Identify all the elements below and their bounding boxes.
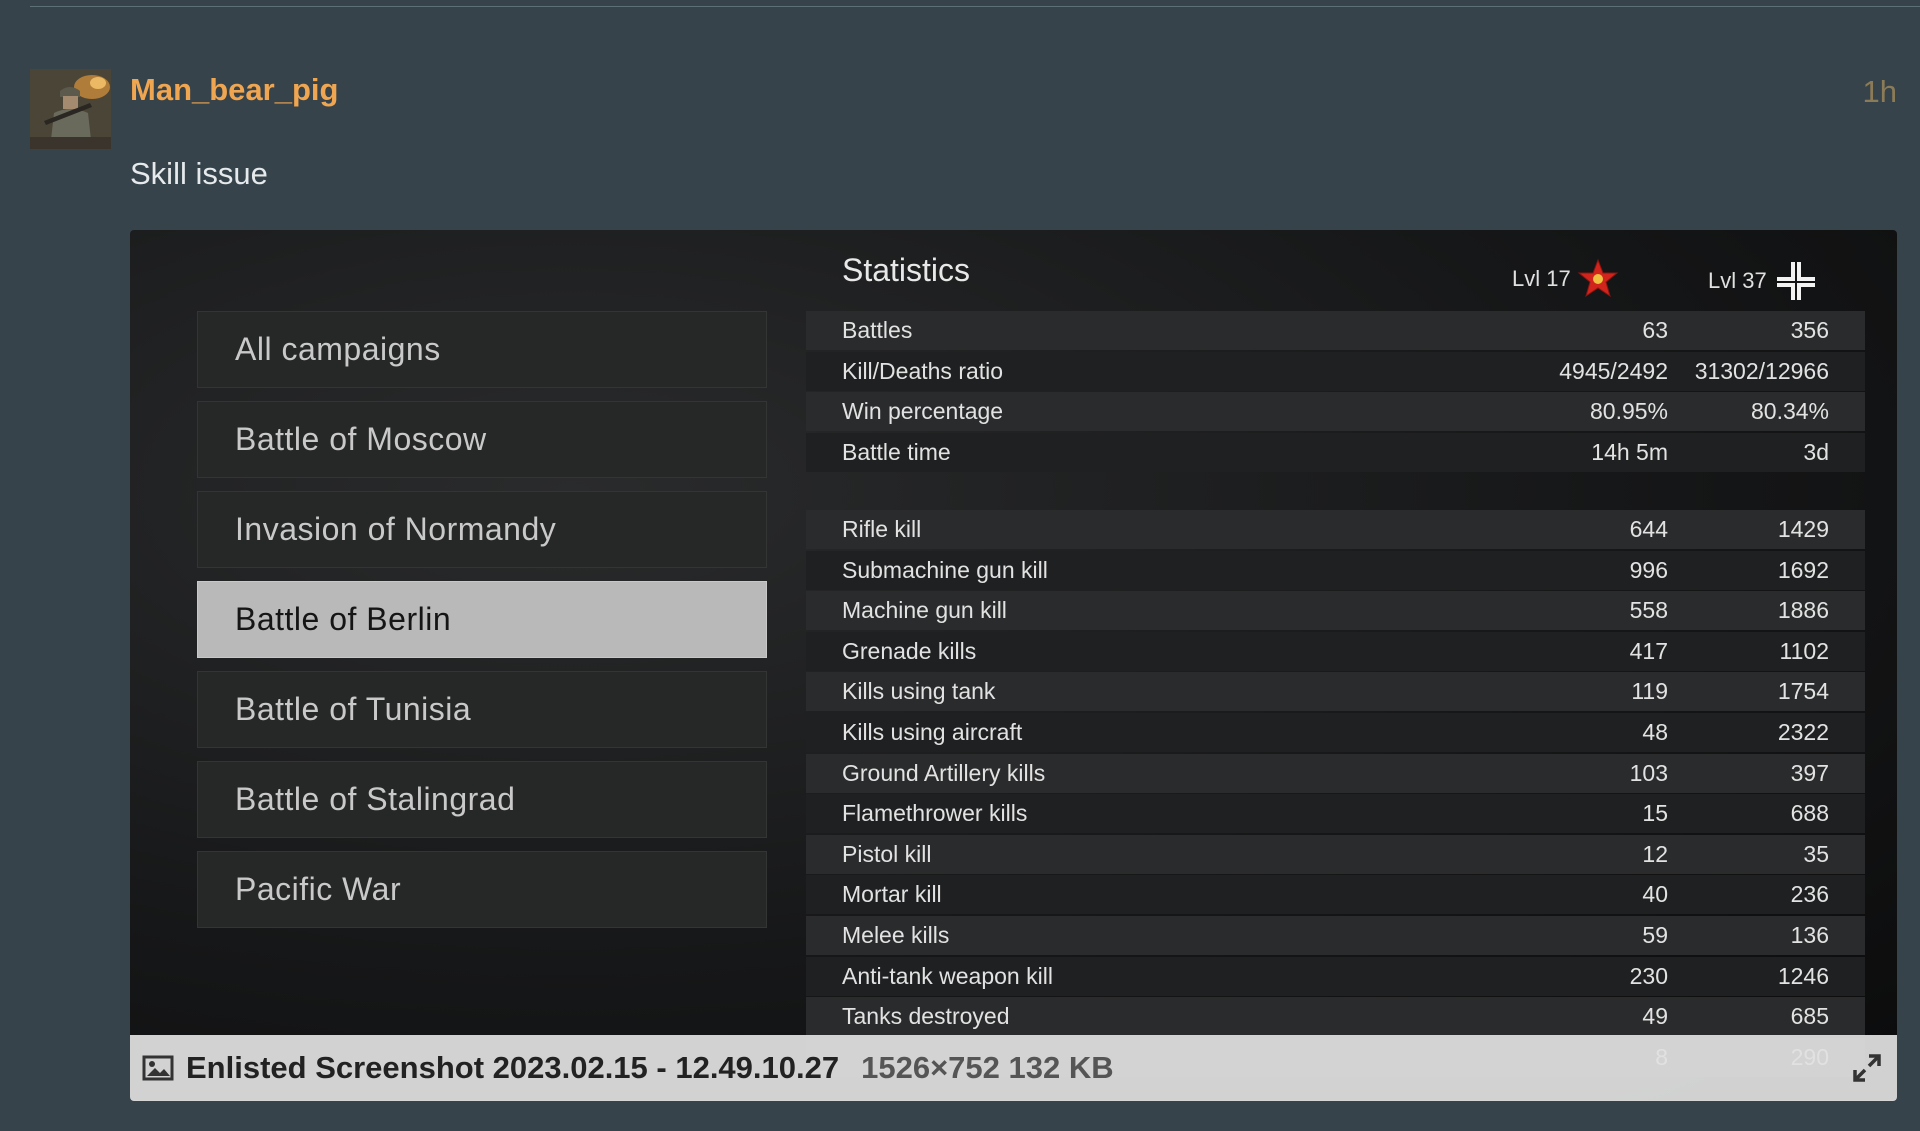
stat-value-soviet: 103 (1629, 759, 1668, 786)
stat-name: Flamethrower kills (842, 800, 1028, 827)
stat-value-soviet: 49 (1642, 1003, 1668, 1030)
table-row: Ground Artillery kills 103 397 (806, 753, 1865, 793)
expand-icon[interactable] (1851, 1052, 1883, 1084)
stat-value-soviet: 119 (1631, 678, 1668, 705)
stat-name: Battles (842, 317, 913, 343)
stat-name: Anti-tank weapon kill (842, 962, 1053, 989)
stat-value-german: 3d (1803, 438, 1829, 465)
stat-value-german: 1102 (1779, 637, 1829, 664)
stat-value-soviet: 417 (1629, 637, 1668, 664)
image-meta: 1526×752 132 KB (861, 1050, 1114, 1085)
statistics-title: Statistics (842, 252, 971, 288)
embedded-screenshot[interactable]: All campaigns Battle of Moscow Invasion … (130, 230, 1897, 1100)
table-row: Battle time 14h 5m 3d (806, 432, 1865, 472)
table-row: Kills using tank 119 1754 (806, 672, 1865, 712)
table-row: Machine gun kill 558 1886 (806, 591, 1865, 631)
post-body-text: Skill issue (130, 156, 268, 191)
kill-stats-table: Rifle kill 644 1429 Submachine gun kill 996… (806, 510, 1865, 1078)
table-row: Melee kills 59 136 (806, 915, 1865, 955)
stat-name: Win percentage (842, 398, 1004, 425)
level-label: Lvl 37 (1708, 268, 1767, 293)
image-filename: Enlisted Screenshot 2023.02.15 - 12.49.1… (186, 1050, 840, 1085)
table-row: Tanks destroyed 49 685 (806, 997, 1865, 1037)
table-row: Win percentage 80.95% 80.34% (806, 392, 1865, 432)
stat-value-soviet: 558 (1629, 597, 1668, 624)
stat-value-soviet: 40 (1642, 881, 1668, 908)
stat-value-soviet: 4945/2492 (1559, 357, 1668, 384)
stat-name: Rifle kill (842, 516, 922, 542)
soviet-star-icon (1577, 258, 1619, 298)
stat-name: Grenade kills (842, 637, 977, 664)
stat-name: Pistol kill (842, 840, 932, 867)
username[interactable]: Man_bear_pig (130, 72, 338, 108)
level-label: Lvl 17 (1512, 266, 1571, 291)
menu-item-all-campaigns: All campaigns (197, 311, 767, 388)
german-cross-icon (1776, 262, 1815, 300)
stat-value-german: 35 (1803, 840, 1829, 867)
table-row: Flamethrower kills 15 688 (806, 794, 1865, 834)
menu-item-battle-of-tunisia: Battle of Tunisia (197, 671, 767, 748)
menu-item-pacific-war: Pacific War (197, 851, 767, 928)
level-soviet: Lvl 17 (1512, 258, 1619, 300)
stat-value-german: 31302/12966 (1694, 357, 1829, 384)
stat-name: Machine gun kill (842, 597, 1007, 624)
stat-name: Ground Artillery kills (842, 759, 1046, 786)
table-row: Pistol kill 12 35 (806, 834, 1865, 874)
stat-value-german: 1886 (1777, 597, 1829, 624)
stat-value-german: 356 (1790, 317, 1829, 343)
soldier-avatar-icon (30, 69, 111, 149)
menu-item-battle-of-berlin: Battle of Berlin (197, 581, 767, 658)
stat-name: Kills using tank (842, 678, 996, 705)
stat-value-german: 397 (1790, 759, 1829, 786)
stat-value-german: 236 (1790, 881, 1829, 908)
stat-name: Battle time (842, 438, 951, 465)
table-row: Anti-tank weapon kill 230 1246 (806, 956, 1865, 996)
stat-value-soviet: 230 (1629, 962, 1668, 989)
table-row: Grenade kills 417 1102 (806, 631, 1865, 671)
table-row: Kills using aircraft 48 2322 (806, 712, 1865, 752)
stat-name: Kill/Deaths ratio (842, 357, 1004, 384)
table-row: Submachine gun kill 996 1692 (806, 550, 1865, 590)
campaign-menu: All campaigns Battle of Moscow Invasion … (197, 311, 767, 941)
stat-value-german: 1429 (1777, 516, 1829, 542)
summary-stats-table: Battles 63 356 Kill/Deaths ratio 4945/2492 3… (806, 311, 1865, 473)
avatar[interactable] (30, 69, 111, 149)
stat-value-german: 2322 (1777, 718, 1829, 745)
stat-name: Kills using aircraft (842, 718, 1023, 745)
table-row: Mortar kill 40 236 (806, 875, 1865, 915)
stat-value-soviet: 15 (1642, 800, 1668, 827)
stat-value-soviet: 63 (1642, 317, 1668, 343)
image-caption-bar[interactable]: Enlisted Screenshot 2023.02.15 - 12.49.1… (130, 1035, 1897, 1101)
image-icon (142, 1055, 174, 1081)
stat-value-german: 1692 (1777, 556, 1829, 583)
stat-name: Submachine gun kill (842, 556, 1048, 583)
stat-name: Mortar kill (842, 881, 942, 908)
stat-value-soviet: 12 (1642, 840, 1668, 867)
table-row: Kill/Deaths ratio 4945/2492 31302/12966 (806, 351, 1865, 391)
table-row: Battles 63 356 (806, 311, 1865, 350)
stat-value-soviet: 644 (1629, 516, 1668, 542)
post-timestamp[interactable]: 1h (1863, 74, 1897, 110)
menu-item-battle-of-stalingrad: Battle of Stalingrad (197, 761, 767, 838)
stat-value-soviet: 14h 5m (1591, 438, 1668, 465)
level-german: Lvl 37 (1708, 258, 1819, 304)
divider (30, 6, 1920, 7)
stat-value-german: 685 (1790, 1003, 1829, 1030)
stat-value-german: 688 (1790, 800, 1829, 827)
menu-item-battle-of-moscow: Battle of Moscow (197, 401, 767, 478)
stat-value-soviet: 59 (1642, 921, 1668, 948)
stat-value-soviet: 80.95% (1589, 398, 1668, 425)
stat-value-soviet: 48 (1642, 718, 1668, 745)
stat-value-german: 1754 (1777, 678, 1829, 705)
stat-value-german: 136 (1790, 921, 1829, 948)
menu-item-invasion-of-normandy: Invasion of Normandy (197, 491, 767, 568)
stat-value-german: 1246 (1777, 962, 1829, 989)
stat-name: Melee kills (842, 921, 950, 948)
stat-value-soviet: 996 (1629, 556, 1668, 583)
stat-name: Tanks destroyed (842, 1003, 1010, 1030)
table-row: Rifle kill 644 1429 (806, 510, 1865, 549)
stat-value-german: 80.34% (1750, 398, 1829, 425)
